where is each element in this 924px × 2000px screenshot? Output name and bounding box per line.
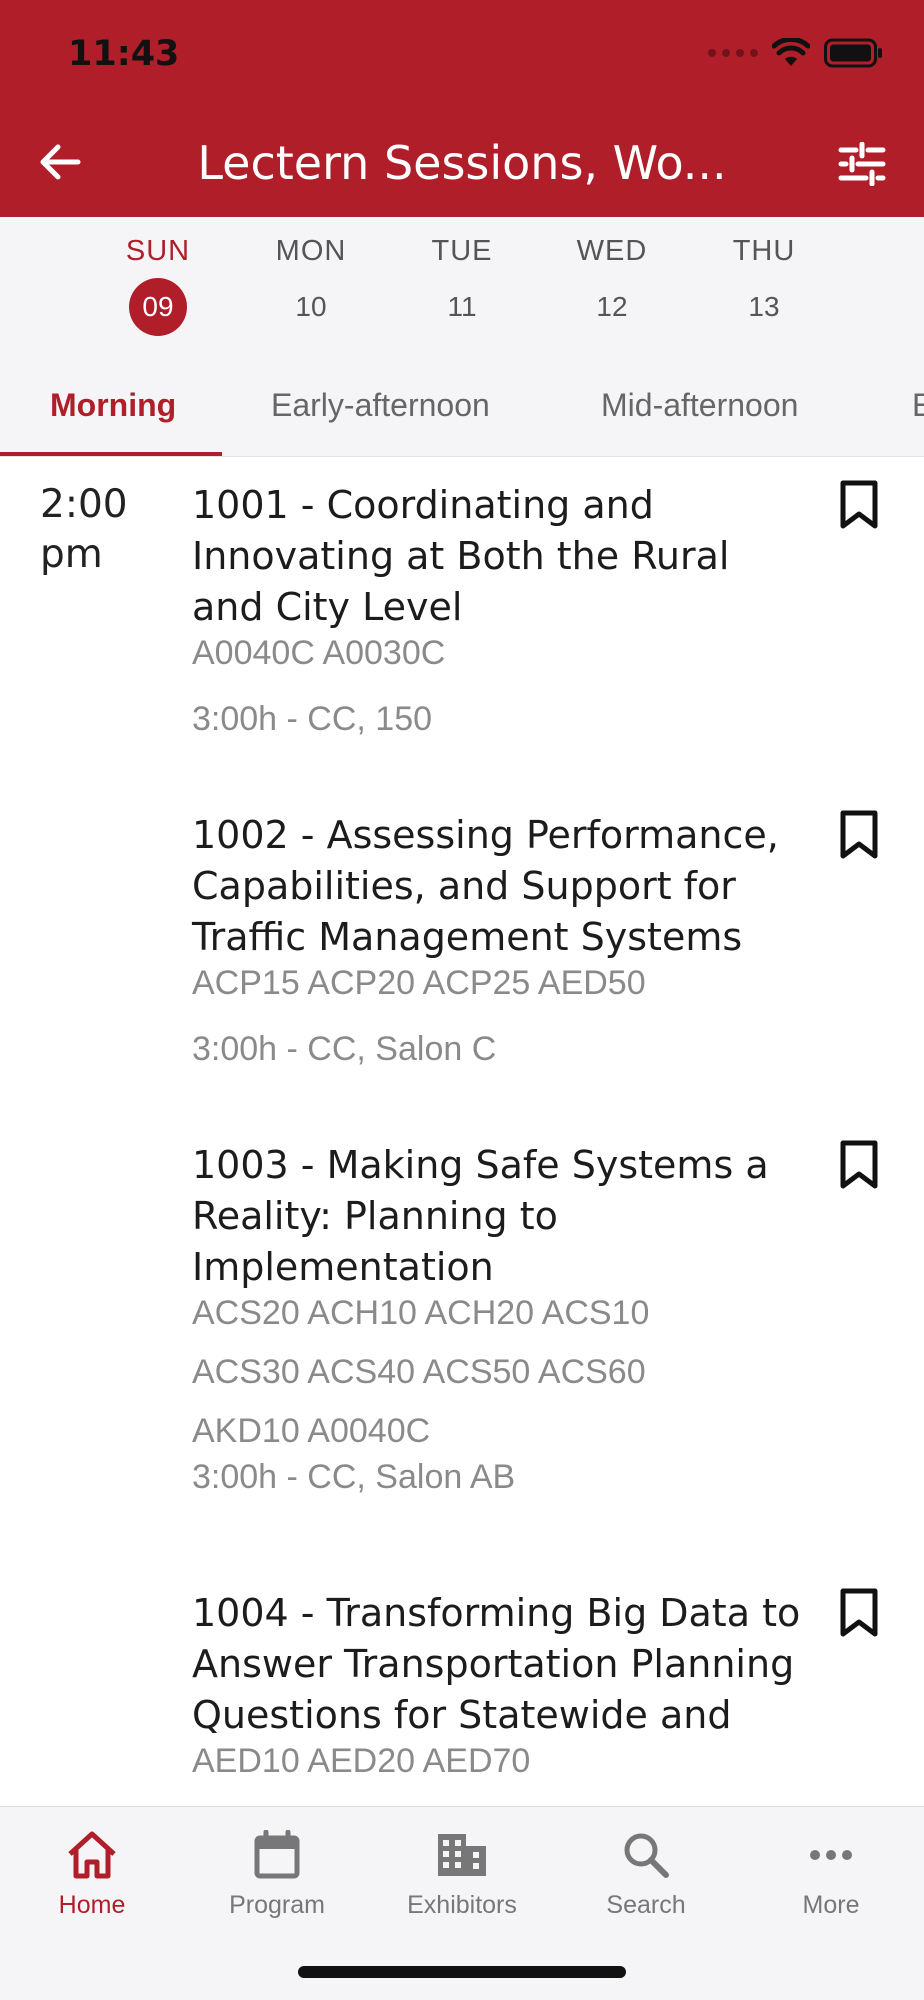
nav-label: Exhibitors xyxy=(407,1891,517,1919)
day-thu[interactable]: THU 13 xyxy=(714,235,814,336)
time-slot-label: 2:00 pm xyxy=(40,482,128,577)
tab-evening[interactable]: E xyxy=(912,387,924,424)
back-button[interactable] xyxy=(34,136,86,188)
day-number: 13 xyxy=(748,291,780,322)
home-icon xyxy=(68,1831,116,1879)
arrow-left-icon xyxy=(40,144,81,180)
status-time: 11:43 xyxy=(68,34,180,74)
calendar-icon xyxy=(254,1830,300,1879)
more-icon xyxy=(810,1850,852,1860)
nav-home[interactable]: Home xyxy=(12,1827,172,1920)
nav-exhibitors[interactable]: Exhibitors xyxy=(382,1827,542,1920)
session-title: 1002 - Assessing Performance, Capabiliti… xyxy=(192,813,779,959)
session-meta: 3:00h - CC, Salon AB xyxy=(192,1458,516,1496)
bookmark-icon[interactable] xyxy=(838,1140,880,1190)
bookmark-icon[interactable] xyxy=(838,810,880,860)
nav-search[interactable]: Search xyxy=(566,1827,726,1920)
nav-more[interactable]: More xyxy=(751,1827,911,1920)
page-title: Lectern Sessions, Wo... xyxy=(197,136,727,190)
session-title: 1004 - Transforming Big Data to Answer T… xyxy=(192,1591,801,1737)
tab-morning[interactable]: Morning xyxy=(50,387,176,424)
bookmark-icon[interactable] xyxy=(838,1588,880,1638)
date-selector: SUN 09 MON 10 TUE 11 WED 12 THU 13 xyxy=(0,217,924,347)
nav-program[interactable]: Program xyxy=(197,1827,357,1920)
filter-button[interactable] xyxy=(836,138,888,190)
sliders-icon xyxy=(838,142,886,186)
session-title: 1001 - Coordinating and Innovating at Bo… xyxy=(192,483,730,629)
day-of-week: MON xyxy=(275,235,347,267)
nav-label: Search xyxy=(606,1891,686,1919)
nav-label: Program xyxy=(229,1891,325,1919)
day-of-week: TUE xyxy=(431,235,493,267)
day-of-week: SUN xyxy=(125,235,191,267)
day-number: 09 xyxy=(129,278,187,336)
session-codes: ACS20 ACH10 ACH20 ACS10 ACS30 ACS40 ACS5… xyxy=(192,1294,650,1450)
day-of-week: WED xyxy=(576,235,648,267)
nav-label: Home xyxy=(58,1891,126,1919)
app-header: 11:43 Lectern Sessions, Wo... xyxy=(0,0,924,217)
session-codes: A0040C A0030C xyxy=(192,634,446,672)
tab-early-afternoon[interactable]: Early-afternoon xyxy=(271,387,490,424)
session-codes: ACP15 ACP20 ACP25 AED50 xyxy=(192,964,646,1002)
search-icon xyxy=(624,1833,669,1878)
home-indicator xyxy=(298,1966,626,1978)
day-sun[interactable]: SUN 09 xyxy=(108,235,208,336)
time-period-tabs: Morning Early-afternoon Mid-afternoon E xyxy=(0,347,924,457)
active-tab-indicator xyxy=(0,452,222,456)
session-list[interactable]: 2:00 pm 1001 - Coordinating and Innovatin… xyxy=(0,458,924,1806)
session-title: 1003 - Making Safe Systems a Reality: Pl… xyxy=(192,1143,769,1289)
day-of-week: THU xyxy=(732,235,796,267)
session-meta: 3:00h - CC, Salon C xyxy=(192,1030,497,1068)
session-codes: AED10 AED20 AED70 xyxy=(192,1742,531,1780)
status-icons xyxy=(708,38,884,68)
day-number: 11 xyxy=(447,291,477,322)
day-wed[interactable]: WED 12 xyxy=(562,235,662,336)
battery-icon xyxy=(824,38,882,68)
day-number: 10 xyxy=(295,291,327,322)
day-mon[interactable]: MON 10 xyxy=(261,235,361,336)
building-icon xyxy=(438,1834,486,1876)
nav-label: More xyxy=(802,1891,860,1919)
day-number: 12 xyxy=(596,291,628,322)
day-tue[interactable]: TUE 11 xyxy=(412,235,512,336)
bookmark-icon[interactable] xyxy=(838,480,880,530)
tab-mid-afternoon[interactable]: Mid-afternoon xyxy=(601,387,798,424)
cellular-signal-icon xyxy=(708,49,758,57)
session-meta: 3:00h - CC, 150 xyxy=(192,700,433,738)
wifi-icon xyxy=(772,38,810,66)
